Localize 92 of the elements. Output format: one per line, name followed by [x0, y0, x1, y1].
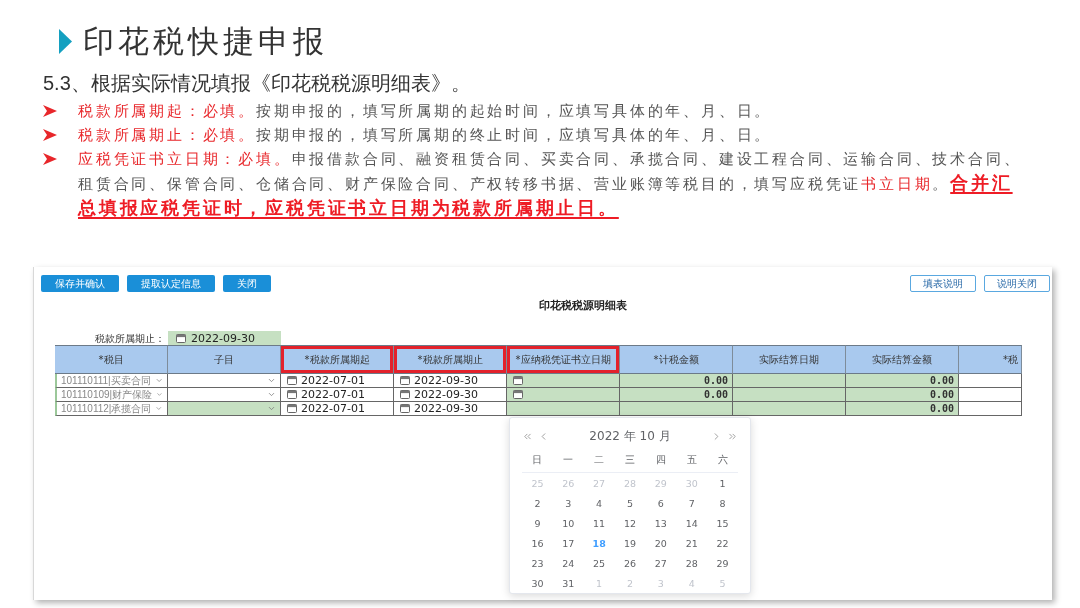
- date-field[interactable]: [507, 374, 620, 388]
- calendar-icon: [513, 390, 523, 399]
- date-field[interactable]: 2022-09-30: [394, 388, 507, 402]
- bullet-text: 税款所属期止：必填。按期申报的，填写所属期的终止时间，应填写具体的年、月、日。: [78, 125, 774, 146]
- weekday-label: 一: [563, 453, 574, 467]
- calendar-day[interactable]: 5: [626, 497, 633, 509]
- calendar-day[interactable]: 21: [685, 537, 698, 549]
- arrowhead-icon: [43, 105, 57, 117]
- calendar-day[interactable]: 12: [623, 517, 637, 529]
- calendar-day[interactable]: 27: [654, 557, 667, 569]
- weekday-label: 三: [625, 453, 635, 467]
- field-label: 税款所属期止：: [95, 332, 166, 345]
- calendar-day[interactable]: 30: [531, 577, 544, 589]
- calendar-icon: [287, 390, 297, 399]
- calendar-day[interactable]: 10: [562, 517, 575, 529]
- weekday-label: 二: [594, 453, 605, 467]
- date-field[interactable]: [507, 388, 620, 402]
- calendar-day[interactable]: 16: [531, 537, 544, 549]
- date-field[interactable]: 2022-09-30: [394, 402, 507, 416]
- section-heading: 5.3、根据实际情况填报《印花税税源明细表》。: [43, 71, 472, 95]
- date-field[interactable]: 2022-09-30: [394, 374, 507, 388]
- column-header: *税: [959, 345, 1022, 374]
- select-field[interactable]: [168, 388, 281, 402]
- calendar-day[interactable]: 23: [531, 557, 544, 569]
- weekday-label: 四: [655, 453, 666, 467]
- calendar-day[interactable]: 22: [716, 537, 729, 549]
- calendar-day[interactable]: 20: [654, 537, 667, 549]
- slide-title: 印花税快捷申报: [83, 22, 328, 61]
- bullet-text: 应税凭证书立日期：必填。申报借款合同、融资租赁合同、买卖合同、承揽合同、建设工程合同、运输合同、技术合同、租赁合同、保管合同、仓储合同、财产保险合同、产权转移书据、营业账簿等税目的，填写应税凭证书立日期。合并汇总填报应税凭证时，应税凭证书立日期为税款所属期止日。: [78, 149, 1023, 220]
- calendar-icon: [287, 404, 297, 413]
- select-field[interactable]: [168, 402, 281, 416]
- calendar-icon: [176, 333, 186, 343]
- calendar-icon: [400, 404, 410, 413]
- calendar-day[interactable]: 26: [623, 557, 637, 569]
- calendar-day[interactable]: 29: [716, 557, 729, 569]
- table-cell: 0.00: [846, 402, 959, 416]
- column-header: 实际结算日期: [733, 345, 846, 374]
- calendar-day[interactable]: 15: [716, 517, 729, 529]
- column-header: *应纳税凭证书立日期: [507, 345, 620, 374]
- calendar-day[interactable]: 17: [562, 537, 575, 549]
- calendar-day[interactable]: 7: [688, 497, 695, 509]
- calendar-day[interactable]: 14: [685, 517, 698, 529]
- select-field[interactable]: 101110109|财产保险: [55, 388, 168, 402]
- column-header: *税目: [55, 345, 168, 374]
- column-header: *计税金额: [620, 345, 733, 374]
- calendar-day[interactable]: 24: [562, 557, 575, 569]
- calendar-day[interactable]: 4: [596, 497, 603, 509]
- table-cell: 0.00: [620, 388, 733, 402]
- calendar-day[interactable]: 2: [534, 497, 541, 509]
- column-header: 实际结算金额: [846, 345, 959, 374]
- calendar-day[interactable]: 9: [534, 517, 541, 529]
- column-header: *税款所属期止: [394, 345, 507, 374]
- weekday-label: 日: [532, 453, 543, 467]
- help-button[interactable]: 说明关闭: [984, 275, 1050, 292]
- calendar-day[interactable]: 8: [719, 497, 726, 509]
- select-field[interactable]: 101110111|买卖合同: [55, 374, 168, 388]
- date-field[interactable]: 2022-07-01: [281, 402, 394, 416]
- column-header: 子目: [168, 345, 281, 374]
- arrowhead-icon: [43, 129, 57, 141]
- date-field[interactable]: 2022-07-01: [281, 374, 394, 388]
- calendar-day[interactable]: 11: [593, 517, 606, 529]
- date-field[interactable]: 2022-09-30: [168, 331, 281, 345]
- calendar-icon: [513, 376, 523, 385]
- calendar-icon: [400, 376, 410, 385]
- calendar-day[interactable]: 3: [565, 497, 572, 509]
- table-cell: 0.00: [846, 374, 959, 388]
- arrowhead-icon: [43, 153, 57, 165]
- calendar-day[interactable]: 6: [657, 497, 664, 509]
- select-field[interactable]: [168, 374, 281, 388]
- calendar-day[interactable]: 31: [562, 577, 575, 589]
- calendar-day[interactable]: 13: [654, 517, 667, 529]
- month-title: 2022 年 10 月: [589, 427, 671, 445]
- weekday-label: 五: [686, 453, 697, 467]
- calendar-day[interactable]: 19: [623, 537, 637, 549]
- form-title: 印花税税源明细表: [538, 299, 628, 313]
- table-cell: 0.00: [846, 388, 959, 402]
- calendar-day[interactable]: 1: [719, 477, 726, 489]
- calendar-day[interactable]: 28: [685, 557, 698, 569]
- calendar-icon: [400, 390, 410, 399]
- calendar-icon: [287, 376, 297, 385]
- toolbar-button[interactable]: 保存并确认: [41, 275, 119, 292]
- table-cell: 0.00: [620, 374, 733, 388]
- help-button[interactable]: 填表说明: [910, 275, 976, 292]
- bullet-text: 税款所属期起：必填。按期申报的，填写所属期的起始时间，应填写具体的年、月、日。: [78, 101, 774, 122]
- toolbar-button[interactable]: 提取认定信息: [127, 275, 215, 292]
- date-field[interactable]: 2022-07-01: [281, 388, 394, 402]
- triangle-icon: [59, 28, 72, 54]
- weekday-label: 六: [717, 453, 728, 467]
- toolbar-button[interactable]: 关闭: [223, 275, 271, 292]
- column-header: *税款所属期起: [281, 345, 394, 374]
- select-field[interactable]: 101110112|承揽合同: [55, 402, 168, 416]
- calendar-day[interactable]: 25: [593, 557, 606, 569]
